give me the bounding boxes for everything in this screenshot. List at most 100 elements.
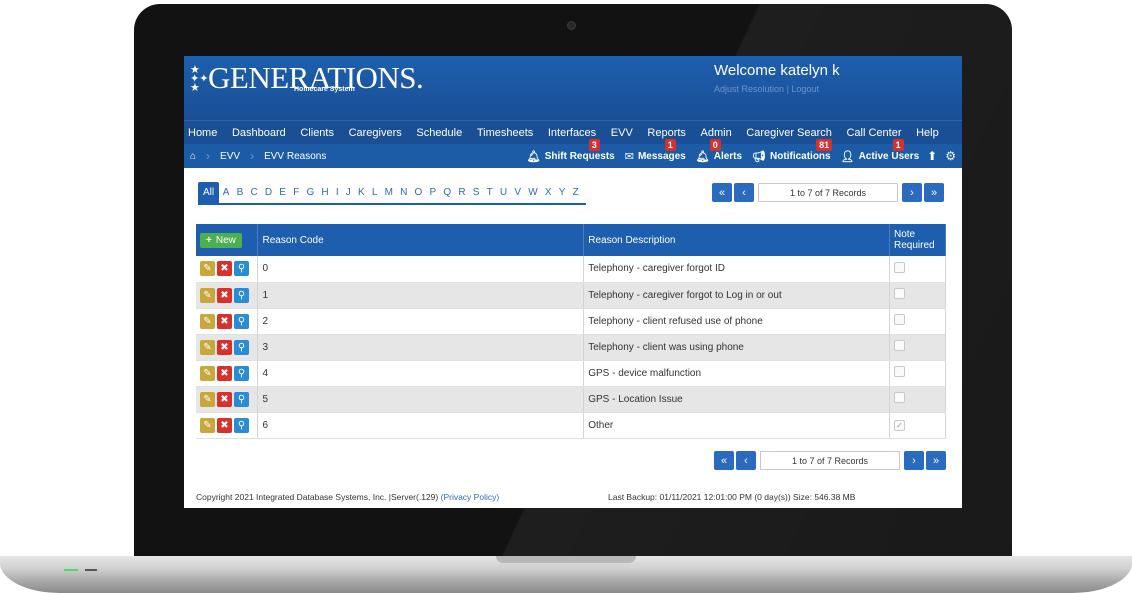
magnifier-icon[interactable]: ⚲: [234, 313, 249, 329]
nav-dashboard[interactable]: Dashboard: [232, 127, 286, 139]
magnifier-icon[interactable]: ⚲: [234, 339, 249, 355]
x-icon[interactable]: ✖: [217, 313, 232, 329]
nav-admin[interactable]: Admin: [701, 127, 732, 139]
pager-prev-button[interactable]: ‹: [736, 451, 756, 470]
privacy-policy-link[interactable]: (Privacy Policy): [441, 492, 500, 502]
alpha-u[interactable]: U: [496, 182, 510, 204]
envelope-icon: ✉: [624, 150, 634, 163]
reason-code-header[interactable]: Reason Code: [257, 224, 585, 256]
pencil-icon[interactable]: ✎: [200, 313, 215, 329]
nav-schedule[interactable]: Schedule: [416, 127, 462, 139]
reason-description-header[interactable]: Reason Description: [583, 224, 890, 256]
magnifier-icon[interactable]: ⚲: [234, 417, 249, 433]
breadcrumb-home[interactable]: ⌂: [184, 144, 204, 168]
alpha-all[interactable]: All: [198, 182, 220, 204]
pager-last-button[interactable]: »: [924, 183, 944, 202]
pencil-icon[interactable]: ✎: [200, 339, 215, 355]
pencil-icon[interactable]: ✎: [200, 287, 215, 303]
pencil-icon[interactable]: ✎: [200, 417, 215, 433]
x-icon[interactable]: ✖: [217, 261, 232, 277]
x-icon[interactable]: ✖: [217, 287, 232, 303]
notifications-button[interactable]: 📢︎ Notifications 81: [752, 138, 833, 163]
alpha-e[interactable]: E: [276, 182, 290, 204]
alpha-v[interactable]: V: [511, 182, 525, 204]
x-icon[interactable]: ✖: [217, 339, 232, 355]
logout-link[interactable]: Logout: [791, 84, 819, 94]
magnifier-icon[interactable]: ⚲: [234, 261, 249, 277]
alpha-b[interactable]: B: [233, 182, 247, 204]
header-links: Adjust Resolution | Logout: [714, 84, 819, 94]
alpha-t[interactable]: T: [483, 182, 496, 204]
alpha-i[interactable]: I: [332, 182, 342, 204]
alpha-j[interactable]: J: [342, 182, 354, 204]
reason-code-cell: 2: [257, 308, 585, 335]
nav-home[interactable]: Home: [188, 127, 217, 139]
pencil-icon[interactable]: ✎: [200, 391, 215, 407]
alpha-h[interactable]: H: [318, 182, 332, 204]
nav-call-center[interactable]: Call Center: [846, 127, 901, 139]
pager-first-button[interactable]: «: [712, 183, 732, 202]
new-button[interactable]: + New: [200, 232, 242, 248]
magnifier-icon[interactable]: ⚲: [234, 287, 249, 303]
alpha-c[interactable]: C: [247, 182, 261, 204]
nav-evv[interactable]: EVV: [611, 127, 633, 139]
shift-requests-button[interactable]: 🔔︎ Shift Requests 3: [527, 138, 615, 163]
x-icon[interactable]: ✖: [217, 417, 232, 433]
magnifier-icon[interactable]: ⚲: [234, 365, 249, 381]
alpha-n[interactable]: N: [397, 182, 411, 204]
note-required-checkbox[interactable]: [893, 288, 905, 299]
alpha-s[interactable]: S: [469, 182, 483, 204]
pager-last-button[interactable]: »: [926, 451, 946, 470]
pencil-icon[interactable]: ✎: [200, 365, 215, 381]
reason-description-cell: Telephony - client was using phone: [583, 334, 890, 361]
note-required-checkbox[interactable]: [893, 366, 905, 377]
megaphone-icon: 📢︎: [752, 150, 767, 163]
alpha-o[interactable]: O: [411, 182, 426, 204]
nav-reports[interactable]: Reports: [647, 127, 686, 139]
pager-next-button[interactable]: ›: [904, 451, 924, 470]
nav-clients[interactable]: Clients: [300, 127, 334, 139]
reason-description-cell: Other: [583, 412, 890, 439]
alpha-d[interactable]: D: [261, 182, 275, 204]
x-icon[interactable]: ✖: [217, 391, 232, 407]
note-required-header[interactable]: Note Required: [889, 224, 947, 256]
nav-caregiver-search[interactable]: Caregiver Search: [746, 127, 832, 139]
active-users-button[interactable]: 👤︎ Active Users 1: [841, 138, 919, 163]
adjust-resolution-link[interactable]: Adjust Resolution: [714, 84, 784, 94]
pencil-icon[interactable]: ✎: [200, 261, 215, 277]
alpha-q[interactable]: Q: [440, 182, 455, 204]
alpha-w[interactable]: W: [525, 182, 542, 204]
pager-next-button[interactable]: ›: [902, 183, 922, 202]
alpha-l[interactable]: L: [368, 182, 381, 204]
nav-help[interactable]: Help: [916, 127, 939, 139]
nav-timesheets[interactable]: Timesheets: [477, 127, 533, 139]
alpha-k[interactable]: K: [354, 182, 368, 204]
alpha-m[interactable]: M: [381, 182, 397, 204]
upload-icon[interactable]: ⬆: [927, 149, 937, 163]
pager-prev-button[interactable]: ‹: [734, 183, 754, 202]
alpha-filter: All A B C D E F G H I J K L M N O P Q R …: [198, 182, 587, 205]
messages-button[interactable]: ✉ Messages 1: [624, 138, 686, 163]
alpha-y[interactable]: Y: [555, 182, 569, 204]
note-required-checkbox[interactable]: ✓: [893, 419, 905, 431]
note-required-checkbox[interactable]: [893, 392, 905, 403]
pager-first-button[interactable]: «: [714, 451, 734, 470]
magnifier-icon[interactable]: ⚲: [234, 391, 249, 407]
nav-interfaces[interactable]: Interfaces: [548, 127, 596, 139]
alpha-a[interactable]: A: [219, 182, 233, 204]
breadcrumb-evv-reasons[interactable]: EVV Reasons: [256, 144, 334, 168]
alpha-z[interactable]: Z: [569, 182, 582, 204]
x-icon[interactable]: ✖: [217, 365, 232, 381]
alpha-f[interactable]: F: [290, 182, 303, 204]
alpha-x[interactable]: X: [541, 182, 555, 204]
alpha-p[interactable]: P: [426, 182, 440, 204]
note-required-checkbox[interactable]: [893, 261, 905, 273]
alpha-r[interactable]: R: [455, 182, 469, 204]
breadcrumb-evv[interactable]: EVV: [212, 144, 248, 168]
nav-caregivers[interactable]: Caregivers: [349, 127, 402, 139]
alerts-button[interactable]: 🔔︎ Alerts 0: [696, 138, 742, 163]
note-required-checkbox[interactable]: [893, 340, 905, 351]
alpha-g[interactable]: G: [303, 182, 318, 204]
note-required-checkbox[interactable]: [893, 314, 905, 325]
gear-icon[interactable]: ⚙: [945, 149, 956, 163]
